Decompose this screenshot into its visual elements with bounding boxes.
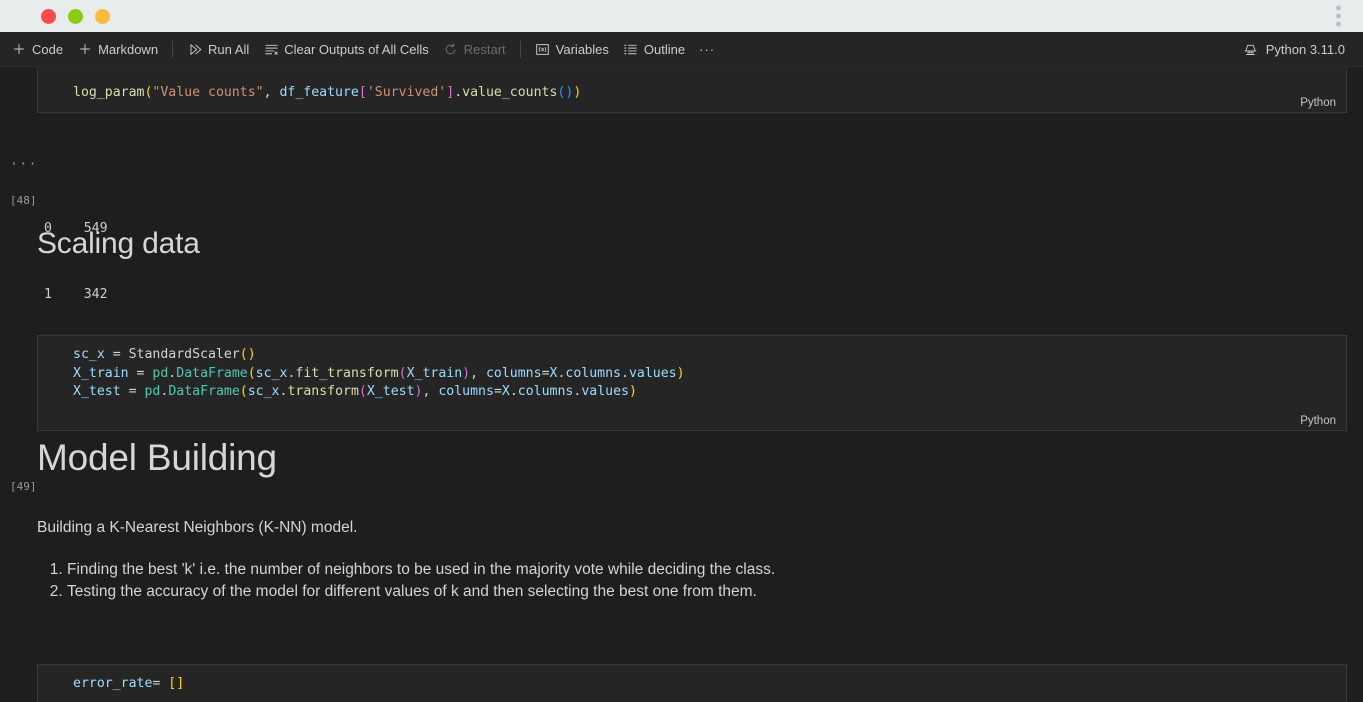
notebook-body[interactable]: log_param("Value counts", df_feature['Su… xyxy=(0,67,1363,702)
cell-language-label[interactable]: Python xyxy=(1300,97,1336,109)
markdown-ordered-list: Finding the best 'k' i.e. the number of … xyxy=(37,559,1347,603)
markdown-paragraph: Building a K-Nearest Neighbors (K-NN) mo… xyxy=(37,518,358,536)
clear-outputs-button[interactable]: Clear Outputs of All Cells xyxy=(256,38,436,60)
restart-icon xyxy=(443,41,459,57)
plus-icon xyxy=(77,41,93,57)
restart-kernel-label: Restart xyxy=(463,41,506,57)
restart-kernel-button[interactable]: Restart xyxy=(436,38,513,60)
clear-outputs-icon xyxy=(263,41,279,57)
output-more-icon[interactable]: ··· xyxy=(10,154,38,176)
kernel-icon xyxy=(1243,41,1259,57)
code-cell[interactable]: error_rate= [] xyxy=(37,664,1347,702)
list-item: Finding the best 'k' i.e. the number of … xyxy=(67,559,1347,581)
outline-button[interactable]: Outline xyxy=(616,38,692,60)
markdown-cell[interactable]: Model Building Building a K-Nearest Neig… xyxy=(37,437,1347,603)
run-all-button[interactable]: Run All xyxy=(180,38,256,60)
plus-icon xyxy=(11,41,27,57)
code-cell-source[interactable]: log_param("Value counts", df_feature['Su… xyxy=(38,67,1346,103)
code-cell-source[interactable]: error_rate= [] xyxy=(38,665,1346,694)
add-markdown-cell-label: Markdown xyxy=(98,41,159,57)
more-actions-button[interactable]: ··· xyxy=(692,39,722,60)
notebook-toolbar: Code Markdown Run All Clear Outputs of A… xyxy=(0,32,1363,67)
cell-language-label[interactable]: Python xyxy=(1300,415,1336,427)
variables-label: Variables xyxy=(555,41,609,57)
markdown-heading: Scaling data xyxy=(37,227,200,260)
outline-icon xyxy=(623,41,639,57)
outline-label: Outline xyxy=(643,41,686,57)
variables-icon xyxy=(535,41,551,57)
kebab-dot-2 xyxy=(1336,13,1341,19)
add-code-cell-button[interactable]: Code xyxy=(4,38,70,60)
kernel-label: Python 3.11.0 xyxy=(1265,41,1345,57)
maximize-window-button[interactable] xyxy=(95,8,110,24)
kernel-selector[interactable]: Python 3.11.0 xyxy=(1243,41,1353,57)
run-all-icon xyxy=(187,41,203,57)
code-cell-source[interactable]: sc_x = StandardScaler() X_train = pd.Dat… xyxy=(38,336,1346,402)
markdown-heading: Model Building xyxy=(37,437,277,478)
code-cell[interactable]: sc_x = StandardScaler() X_train = pd.Dat… xyxy=(37,335,1347,431)
title-bar xyxy=(0,0,1363,32)
kebab-menu-icon[interactable] xyxy=(1336,5,1341,27)
kebab-dot-3 xyxy=(1336,21,1341,27)
kebab-dot-1 xyxy=(1336,5,1341,11)
add-code-cell-label: Code xyxy=(32,41,64,57)
toolbar-separator xyxy=(172,40,174,58)
cell-execution-count: [49] xyxy=(10,480,37,493)
window-controls xyxy=(41,8,110,24)
list-item: Testing the accuracy of the model for di… xyxy=(67,581,1347,603)
more-actions-label: ··· xyxy=(699,41,716,57)
close-window-button[interactable] xyxy=(41,8,56,24)
run-all-label: Run All xyxy=(208,41,250,57)
minimize-window-button[interactable] xyxy=(68,8,83,24)
markdown-cell[interactable]: Scaling data xyxy=(37,227,1347,262)
output-line: 1 342 xyxy=(44,287,108,302)
toolbar-separator xyxy=(519,40,521,58)
code-cell[interactable]: log_param("Value counts", df_feature['Su… xyxy=(37,67,1347,113)
variables-button[interactable]: Variables xyxy=(528,38,616,60)
clear-outputs-label: Clear Outputs of All Cells xyxy=(284,41,429,57)
add-markdown-cell-button[interactable]: Markdown xyxy=(70,38,165,60)
